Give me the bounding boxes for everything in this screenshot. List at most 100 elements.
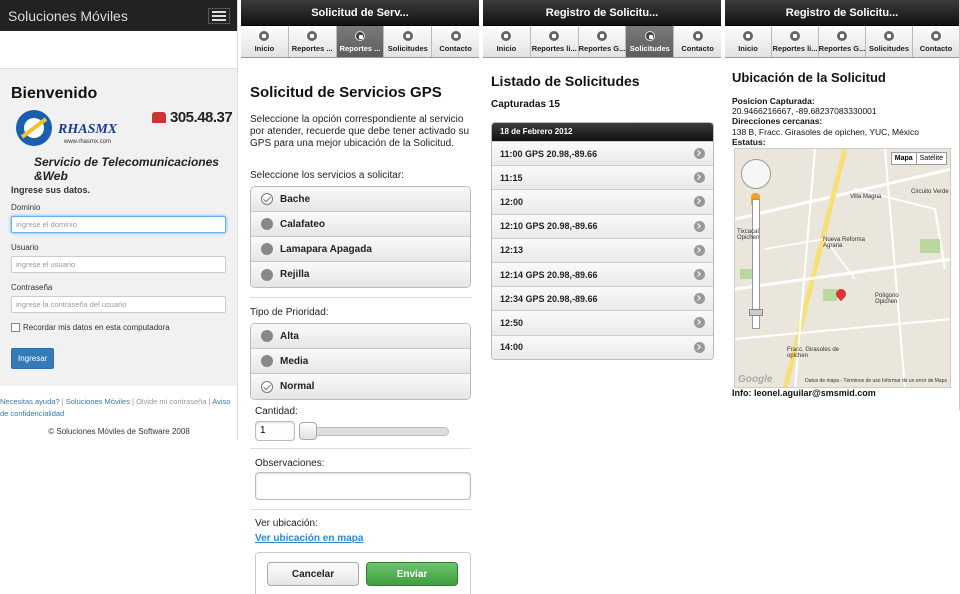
tab-solicitudes[interactable]: Solicitudes: [866, 26, 913, 57]
tab-inicio[interactable]: Inicio: [725, 26, 772, 57]
list-item[interactable]: 12:14 GPS 20.98,-89.66: [492, 261, 713, 287]
address-label: Direcciones cercanas:: [732, 116, 823, 127]
map-view[interactable]: Mapa Satélite Villa Magna Nueva Reforma …: [734, 148, 951, 388]
company-link[interactable]: Soluciones Móviles: [66, 397, 130, 406]
tab-reportes-li[interactable]: Reportes li...: [530, 26, 579, 57]
list-item[interactable]: 12:50: [492, 310, 713, 335]
forgot-password-link[interactable]: Olvide mi contraseña: [136, 397, 206, 406]
tab-label: Reportes G...: [578, 43, 626, 53]
tab-label: Reportes ...: [291, 43, 333, 53]
item-label: 12:34 GPS 20.98,-89.66: [500, 293, 598, 304]
tab-label: Inicio: [254, 43, 275, 53]
list-item[interactable]: 12:00: [492, 189, 713, 214]
home-icon: [501, 30, 512, 41]
list-item[interactable]: 11:15: [492, 165, 713, 190]
tab-reportes-2[interactable]: Reportes ...: [336, 26, 385, 57]
satellite-button[interactable]: Satélite: [917, 153, 946, 164]
quantity-slider-handle[interactable]: [299, 422, 317, 440]
checked-icon: [261, 380, 273, 393]
top-navbar: Soluciones Móviles: [0, 0, 238, 31]
tab-contacto[interactable]: Contacto: [913, 26, 959, 57]
user-input[interactable]: ingrese el usuario: [11, 256, 226, 273]
request-location-panel: Registro de Solicitu... Inicio Reportes …: [725, 0, 960, 410]
list-item[interactable]: 12:34 GPS 20.98,-89.66: [492, 286, 713, 311]
tab-inicio[interactable]: Inicio: [483, 26, 531, 57]
tab-reportes-li[interactable]: Reportes li...: [772, 26, 819, 57]
quantity-slider-track[interactable]: [299, 427, 449, 436]
service-option-rejilla[interactable]: Rejilla: [251, 262, 470, 287]
grid-icon: [596, 30, 607, 41]
google-logo: Google: [738, 374, 773, 385]
login-panel: Soluciones Móviles Bienvenido RHASMX www…: [0, 0, 238, 594]
arrow-right-icon: [694, 317, 705, 329]
tab-contacto[interactable]: Contacto: [432, 26, 479, 57]
divider: [250, 297, 471, 298]
list-item[interactable]: 11:00 GPS 20.98,-89.66: [492, 141, 713, 166]
grid-icon: [354, 30, 365, 41]
tab-contacto[interactable]: Contacto: [674, 26, 721, 57]
page-description: Seleccione la opción correspondiente al …: [250, 114, 470, 149]
priority-option-normal[interactable]: Normal: [251, 374, 470, 399]
map-button[interactable]: Mapa: [892, 153, 917, 164]
tab-bar: Inicio Reportes ... Reportes ... Solicit…: [241, 26, 479, 58]
tab-solicitudes[interactable]: Solicitudes: [626, 26, 675, 57]
tab-label: Reportes G...: [819, 43, 866, 53]
checkbox-icon[interactable]: [11, 323, 20, 332]
list-item[interactable]: 12:13: [492, 237, 713, 262]
map-label: Fracc. Girasoles de opichen: [787, 347, 840, 359]
remember-checkbox[interactable]: Recordar mis datos en esta computadora: [11, 323, 226, 332]
tab-inicio[interactable]: Inicio: [241, 26, 289, 57]
send-button[interactable]: Enviar: [366, 562, 458, 586]
observations-textarea[interactable]: [255, 472, 471, 500]
menu-toggle-icon[interactable]: [208, 7, 230, 24]
zoom-handle[interactable]: [749, 309, 763, 316]
radio-icon: [261, 218, 273, 230]
service-option-bache[interactable]: Bache: [251, 187, 470, 212]
map-terms[interactable]: Datos de mapa - Términos de uso Informar…: [805, 378, 947, 384]
view-map-link[interactable]: Ver ubicación en mapa: [255, 533, 363, 544]
service-option-lamapara[interactable]: Lamapara Apagada: [251, 237, 470, 262]
brand-title[interactable]: Soluciones Móviles: [8, 8, 128, 24]
grid-icon: [837, 30, 847, 41]
contact-info: Info: leonel.aguilar@smsmid.com: [732, 388, 876, 398]
login-button[interactable]: Ingresar: [11, 348, 55, 369]
service-option-calafateo[interactable]: Calafateo: [251, 212, 470, 237]
priority-option-media[interactable]: Media: [251, 349, 470, 374]
item-label: 12:50: [500, 317, 524, 328]
list-item[interactable]: 12:10 GPS 20.98,-89.66: [492, 213, 713, 238]
request-list-panel: Registro de Solicitu... Inicio Reportes …: [483, 0, 721, 360]
radio-icon: [261, 268, 273, 281]
status-label: Estatus:: [732, 136, 766, 147]
tab-solicitudes[interactable]: Solicitudes: [384, 26, 433, 57]
arrow-right-icon: [694, 196, 705, 208]
priority-option-alta[interactable]: Alta: [251, 324, 470, 349]
captured-count: Capturadas 15: [491, 99, 560, 110]
tab-reportes-g[interactable]: Reportes G...: [819, 26, 866, 57]
cancel-button[interactable]: Cancelar: [267, 562, 359, 586]
item-label: 11:00 GPS 20.98,-89.66: [500, 148, 598, 159]
help-link[interactable]: Necesitas ayuda?: [0, 397, 60, 406]
option-label: Bache: [280, 193, 311, 205]
list-date-divider: 18 de Febrero 2012: [492, 123, 713, 141]
quantity-label: Cantidad:: [255, 406, 298, 417]
phone-number: 305.48.37: [152, 109, 233, 126]
checked-icon: [261, 193, 273, 205]
domain-input[interactable]: ingrese el dominio: [11, 216, 226, 233]
list-item[interactable]: 14:00: [492, 334, 713, 359]
arrow-right-icon: [694, 220, 705, 232]
tab-reportes-1[interactable]: Reportes ...: [288, 26, 337, 57]
tab-reportes-g[interactable]: Reportes G...: [578, 26, 627, 57]
quantity-input[interactable]: 1: [255, 421, 295, 441]
divider: [250, 448, 471, 449]
password-input[interactable]: ingrese la contraseña del usuario: [11, 296, 226, 313]
option-label: Lamapara Apagada: [280, 243, 372, 255]
svg-text:www.rhasmx.com: www.rhasmx.com: [63, 139, 111, 145]
page-header: Registro de Solicitu...: [725, 0, 959, 26]
pan-control-icon[interactable]: [741, 159, 771, 189]
arrow-right-icon: [694, 172, 705, 184]
position-label: Posicion Capturada:: [732, 96, 815, 106]
tab-label: Solicitudes: [629, 43, 670, 53]
radio-icon: [261, 330, 273, 342]
svg-text:RHASMX: RHASMX: [57, 122, 118, 137]
tab-bar: Inicio Reportes li... Reportes G... Soli…: [483, 26, 721, 58]
